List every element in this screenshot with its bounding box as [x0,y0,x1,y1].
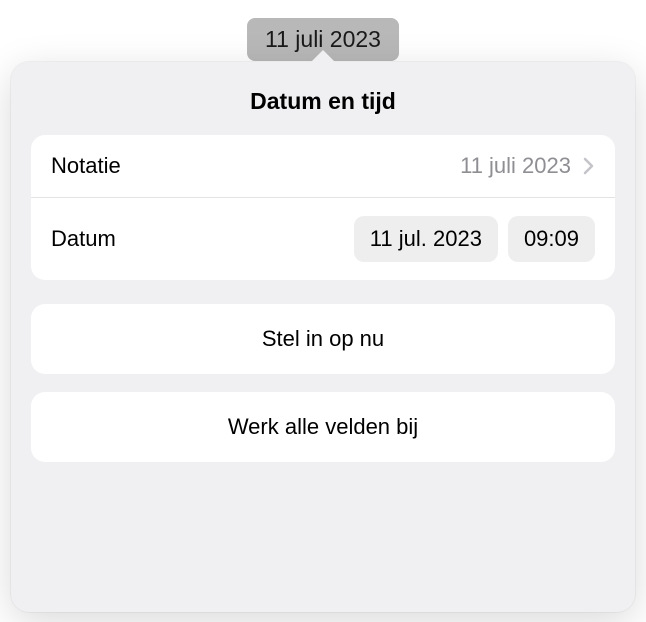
popover-arrow [305,50,341,68]
update-all-fields-button[interactable]: Werk alle velden bij [31,392,615,462]
format-value: 11 juli 2023 [460,153,571,179]
chevron-right-icon [583,157,595,175]
set-to-now-button[interactable]: Stel in op nu [31,304,615,374]
popover-body: Datum en tijd Notatie 11 juli 2023 Datum [11,62,635,612]
format-value-group: 11 juli 2023 [460,153,595,179]
date-picker-button[interactable]: 11 jul. 2023 [354,216,498,262]
selected-date-text: 11 juli 2023 [265,26,381,52]
format-row[interactable]: Notatie 11 juli 2023 [31,135,615,197]
settings-card: Notatie 11 juli 2023 Datum 11 jul. 2023 [31,135,615,280]
date-label: Datum [51,226,116,252]
date-value: 11 jul. 2023 [370,226,482,251]
time-value: 09:09 [524,226,579,251]
popover-title: Datum en tijd [31,88,615,115]
format-label: Notatie [51,153,121,179]
time-picker-button[interactable]: 09:09 [508,216,595,262]
date-pill-group: 11 jul. 2023 09:09 [354,216,595,262]
date-time-popover: Datum en tijd Notatie 11 juli 2023 Datum [11,62,635,612]
update-all-fields-label: Werk alle velden bij [228,414,418,439]
set-to-now-label: Stel in op nu [262,326,384,351]
date-row: Datum 11 jul. 2023 09:09 [31,197,615,280]
